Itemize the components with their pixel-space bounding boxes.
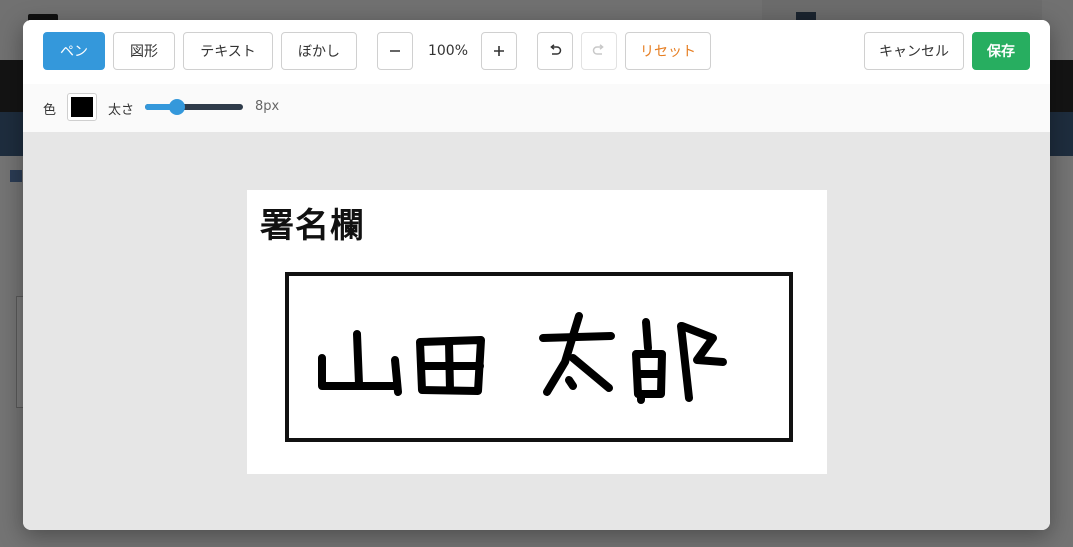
- pen-tool-label: ペン: [60, 44, 88, 60]
- undo-icon: [550, 44, 562, 55]
- color-swatch-fill: [71, 97, 93, 117]
- blur-tool-label: ぼかし: [298, 44, 340, 60]
- tool-options-bar: 色 太さ 8px: [23, 84, 1050, 133]
- undo-button[interactable]: [537, 32, 573, 70]
- zoom-in-button[interactable]: [481, 32, 517, 70]
- document-title: 署名欄: [260, 206, 365, 246]
- color-picker[interactable]: [67, 93, 97, 121]
- size-slider-thumb[interactable]: [169, 99, 185, 115]
- zoom-level: 100%: [427, 43, 469, 59]
- shape-tool-button[interactable]: 図形: [113, 32, 175, 70]
- cancel-label: キャンセル: [879, 44, 949, 60]
- shape-tool-label: 図形: [130, 44, 158, 60]
- canvas-area[interactable]: 署名欄: [23, 132, 1050, 530]
- signature-drawing: [318, 312, 727, 404]
- plus-icon: [494, 46, 504, 56]
- editor-toolbar: ペン 図形 テキスト ぼかし 100% リセット キャンセル 保存: [23, 20, 1050, 85]
- size-value: 8px: [255, 99, 280, 114]
- blur-tool-button[interactable]: ぼかし: [281, 32, 357, 70]
- size-label: 太さ: [108, 103, 135, 118]
- zoom-out-button[interactable]: [377, 32, 413, 70]
- signature-box[interactable]: [285, 272, 793, 442]
- reset-label: リセット: [640, 44, 696, 60]
- image-editor-modal: ペン 図形 テキスト ぼかし 100% リセット キャンセル 保存 色 太さ 8…: [23, 20, 1050, 530]
- redo-icon: [592, 44, 604, 55]
- color-label: 色: [43, 103, 57, 118]
- reset-button[interactable]: リセット: [625, 32, 711, 70]
- save-button[interactable]: 保存: [972, 32, 1030, 70]
- cancel-button[interactable]: キャンセル: [864, 32, 964, 70]
- text-tool-button[interactable]: テキスト: [183, 32, 273, 70]
- document-image[interactable]: 署名欄: [247, 190, 827, 474]
- text-tool-label: テキスト: [200, 44, 256, 60]
- save-label: 保存: [987, 44, 1015, 60]
- pen-tool-button[interactable]: ペン: [43, 32, 105, 70]
- minus-icon: [390, 50, 400, 52]
- redo-button[interactable]: [581, 32, 617, 70]
- size-slider[interactable]: [145, 99, 243, 115]
